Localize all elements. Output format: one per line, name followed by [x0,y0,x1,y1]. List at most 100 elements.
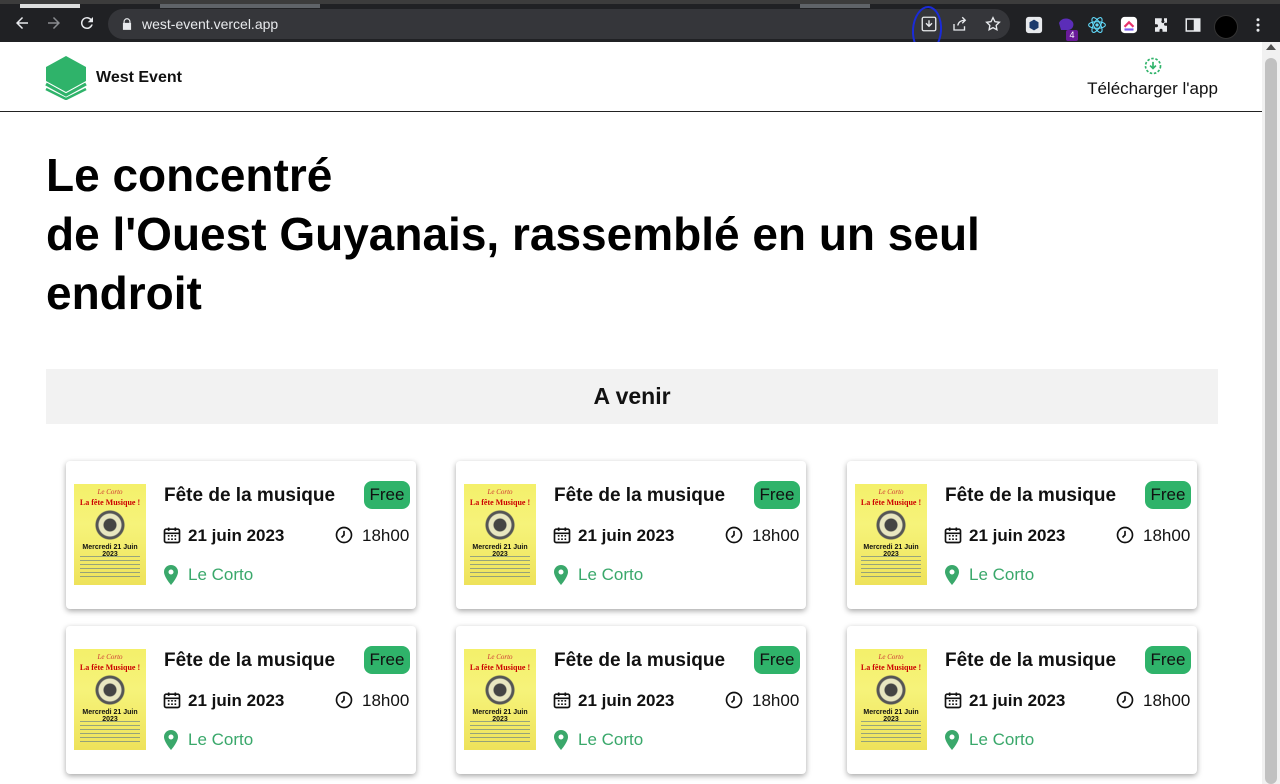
event-card[interactable]: Le Corto La fête Musique ! Mercredi 21 Jui… [66,626,416,774]
event-poster-image: Le Corto La fête Musique ! Mercredi 21 Jui… [855,484,927,585]
address-bar[interactable]: west-event.vercel.app [108,9,1010,39]
calendar-icon [944,692,962,709]
back-button[interactable] [9,10,35,36]
scroll-up-arrow[interactable] [1266,44,1276,50]
download-app-button[interactable]: Télécharger l'app [1080,56,1225,99]
event-location[interactable]: Le Corto [188,565,253,585]
event-title: Fête de la musique [554,650,726,671]
location-pin-icon [945,565,959,585]
event-title: Fête de la musique [945,485,1117,506]
browser-toolbar: west-event.vercel.app 4 [0,0,1280,55]
event-card[interactable]: Le Corto La fête Musique ! Mercredi 21 Jui… [847,626,1197,774]
event-location[interactable]: Le Corto [578,565,643,585]
location-pin-icon [554,565,568,585]
price-badge: Free [364,481,410,509]
location-pin-icon [945,730,959,750]
event-card[interactable]: Le Corto La fête Musique ! Mercredi 21 Jui… [456,626,806,774]
event-date: 21 juin 2023 [188,526,285,545]
download-app-label: Télécharger l'app [1087,79,1218,98]
calendar-icon [553,527,571,544]
poster-venue: Le Corto [97,488,123,496]
calendar-icon [944,527,962,544]
clock-icon [1116,691,1134,709]
event-time: 18h00 [362,526,410,545]
poster-artwork [869,510,913,540]
poster-artwork [478,675,522,705]
extension-badge: 4 [1066,30,1078,41]
event-date: 21 juin 2023 [969,526,1066,545]
event-poster-image: Le Corto La fête Musique ! Mercredi 21 Jui… [855,649,927,750]
event-time: 18h00 [752,526,800,545]
poster-fineprint [470,556,530,580]
poster-venue: Le Corto [878,488,904,496]
extension-icon [1120,16,1138,34]
event-location[interactable]: Le Corto [969,730,1034,750]
reload-icon [80,17,93,30]
event-location[interactable]: Le Corto [188,730,253,750]
location-pin-icon [164,730,178,750]
side-panel-button[interactable] [1183,15,1203,35]
extension-button[interactable] [1119,15,1139,35]
poster-fineprint [470,721,530,745]
clock-icon [725,526,743,544]
kebab-menu-icon [1256,18,1260,32]
poster-headline: La fête Musique ! [79,498,141,507]
url-text[interactable]: west-event.vercel.app [142,16,278,32]
star-icon[interactable] [984,15,1002,33]
poster-venue: Le Corto [878,653,904,661]
calendar-icon [553,692,571,709]
hero-line-1: Le concentré [46,149,333,201]
event-title: Fête de la musique [945,650,1117,671]
price-badge: Free [1145,481,1191,509]
clock-icon [335,691,353,709]
event-poster-image: Le Corto La fête Musique ! Mercredi 21 Jui… [74,649,146,750]
price-badge: Free [1145,646,1191,674]
reload-button[interactable] [74,10,100,36]
share-icon[interactable] [951,15,969,33]
poster-artwork [88,510,132,540]
event-card[interactable]: Le Corto La fête Musique ! Mercredi 21 Jui… [847,461,1197,609]
event-card[interactable]: Le Corto La fête Musique ! Mercredi 21 Jui… [66,461,416,609]
event-card[interactable]: Le Corto La fête Musique ! Mercredi 21 Jui… [456,461,806,609]
event-date: 21 juin 2023 [578,691,675,710]
event-location[interactable]: Le Corto [969,565,1034,585]
clock-icon [335,526,353,544]
extensions-menu-button[interactable] [1151,15,1171,35]
poster-headline: La fête Musique ! [469,498,531,507]
event-location[interactable]: Le Corto [578,730,643,750]
poster-headline: La fête Musique ! [860,663,922,672]
page-scrollbar-thumb[interactable] [1265,58,1277,784]
forward-button[interactable] [41,10,67,36]
side-panel-icon [1185,18,1201,32]
section-title: A venir [593,383,671,409]
profile-avatar[interactable] [1214,15,1238,39]
brand-name[interactable]: West Event [96,69,182,87]
event-time: 18h00 [1143,691,1191,710]
event-time: 18h00 [1143,526,1191,545]
browser-menu-button[interactable] [1248,15,1268,35]
forward-arrow-icon [48,17,60,29]
poster-artwork [869,675,913,705]
location-pin-icon [164,565,178,585]
price-badge: Free [754,646,800,674]
event-poster-image: Le Corto La fête Musique ! Mercredi 21 Jui… [464,484,536,585]
react-icon [1088,17,1106,33]
event-title: Fête de la musique [164,485,336,506]
upcoming-section-header: A venir [46,369,1218,424]
react-devtools-button[interactable] [1087,15,1107,35]
extension-button[interactable] [1024,15,1044,35]
event-poster-image: Le Corto La fête Musique ! Mercredi 21 Jui… [74,484,146,585]
poster-fineprint [80,556,140,580]
price-badge: Free [364,646,410,674]
poster-venue: Le Corto [97,653,123,661]
logo-icon[interactable] [44,54,88,100]
lock-icon[interactable] [120,17,134,31]
price-badge: Free [754,481,800,509]
tab-strip-fragment [20,4,80,8]
poster-artwork [478,510,522,540]
event-time: 18h00 [752,691,800,710]
calendar-icon [163,527,181,544]
clock-icon [1116,526,1134,544]
event-date: 21 juin 2023 [969,691,1066,710]
poster-fineprint [861,556,921,580]
